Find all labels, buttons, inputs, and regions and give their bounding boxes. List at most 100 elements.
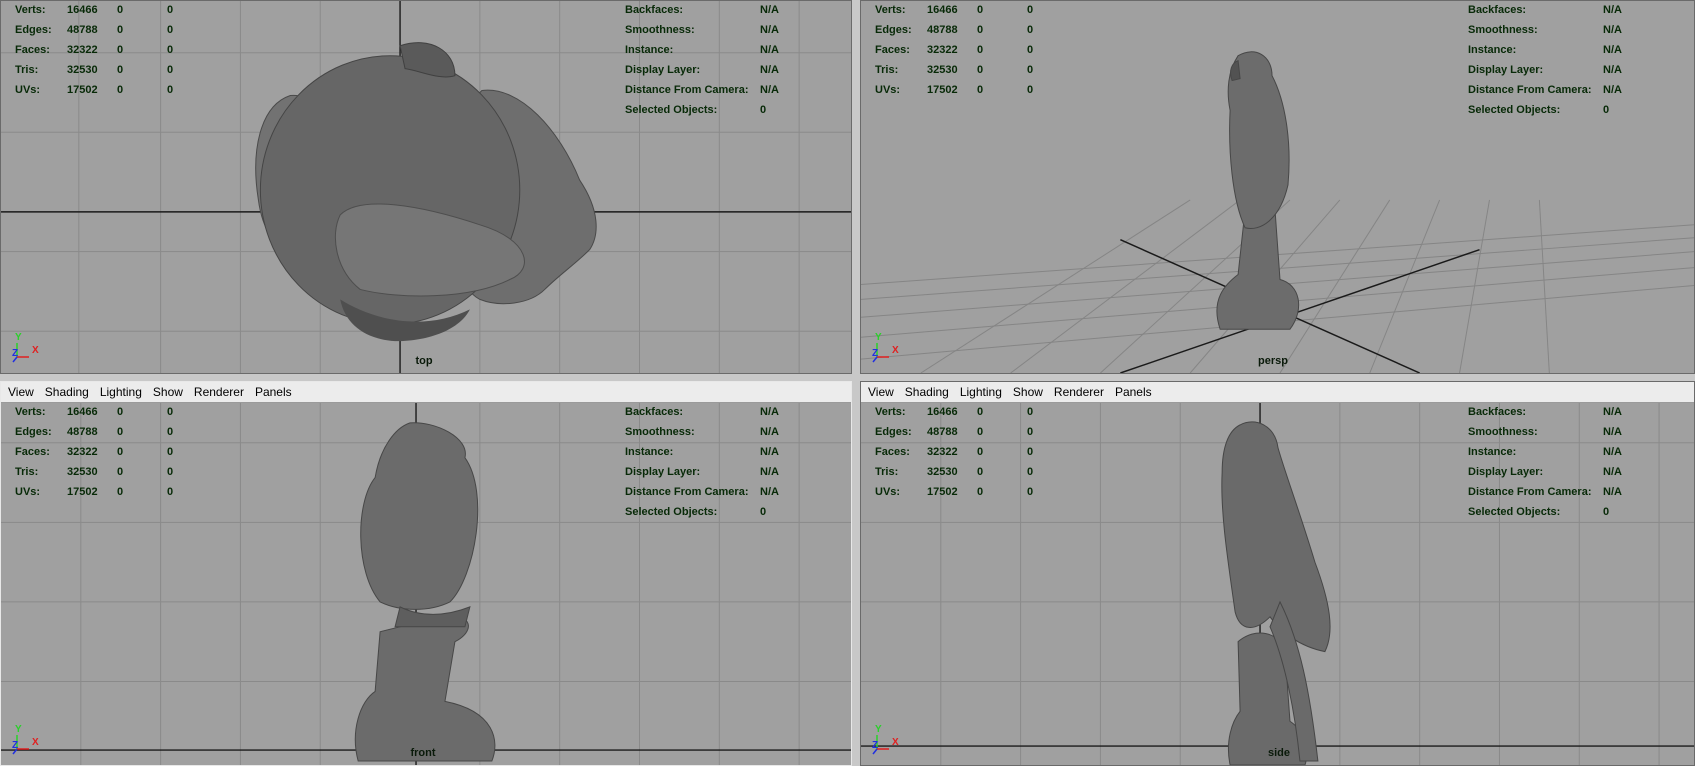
menu-shading[interactable]: Shading (45, 385, 89, 399)
stat-value: 32530 (927, 466, 958, 478)
stat-selected: 0 (977, 426, 984, 438)
stat-row: Edges: 48788 0 0 (15, 422, 187, 442)
menu-lighting[interactable]: Lighting (100, 385, 142, 399)
stat-component: 0 (167, 44, 174, 56)
stat-component: 0 (167, 24, 174, 36)
info-label: Backfaces: (1468, 4, 1527, 16)
info-row: Selected Objects: 0 (1468, 100, 1622, 120)
info-label: Display Layer: (1468, 64, 1544, 76)
menu-lighting[interactable]: Lighting (960, 385, 1002, 399)
stat-value: 48788 (67, 24, 98, 36)
stat-component: 0 (1027, 426, 1034, 438)
info-label: Display Layer: (625, 466, 701, 478)
info-label: Distance From Camera: (625, 486, 749, 498)
info-row: Display Layer: N/A (625, 60, 779, 80)
viewport-front[interactable]: View Shading Lighting Show Renderer Panels Ve… (0, 381, 852, 766)
stat-row: Verts: 16466 0 0 (15, 402, 187, 422)
viewport-persp[interactable]: Verts: 16466 0 0 Edges: 48788 0 0 Faces: 32322 0 0 T… (860, 0, 1695, 374)
info-row: Selected Objects: 0 (625, 100, 779, 120)
menu-renderer[interactable]: Renderer (1054, 385, 1104, 399)
info-row: Distance From Camera: N/A (625, 482, 779, 502)
parrot-mesh-front (354, 422, 496, 762)
info-label: Distance From Camera: (1468, 486, 1592, 498)
panel-menu-bar: View Shading Lighting Show Renderer Panels (861, 382, 1694, 403)
info-label: Display Layer: (1468, 466, 1544, 478)
info-label: Smoothness: (625, 24, 695, 36)
axis-gizmo-icon: YX Z (872, 332, 899, 363)
info-value: N/A (1603, 446, 1622, 458)
stat-value: 17502 (927, 84, 958, 96)
menu-view[interactable]: View (8, 385, 34, 399)
stat-value: 32322 (927, 44, 958, 56)
world-axis-lines (1120, 239, 1480, 373)
stat-label: UVs: (15, 486, 41, 498)
axis-z-label: Z (12, 740, 18, 751)
stat-label: UVs: (875, 486, 901, 498)
stat-component: 0 (167, 4, 174, 16)
stat-row: Faces: 32322 0 0 (15, 40, 187, 60)
camera-label: side (1267, 747, 1291, 759)
stat-value: 48788 (927, 426, 958, 438)
stat-value: 17502 (927, 486, 958, 498)
stat-label: Faces: (875, 446, 910, 458)
info-row: Smoothness: N/A (1468, 422, 1622, 442)
stat-component: 0 (167, 64, 174, 76)
hud-object-info: Backfaces: N/A Smoothness: N/A Instance: N/A D… (1468, 402, 1622, 522)
viewport-side[interactable]: View Shading Lighting Show Renderer Panels Ve… (860, 381, 1695, 766)
stat-selected: 0 (117, 4, 124, 16)
menu-show[interactable]: Show (153, 385, 183, 399)
info-label: Backfaces: (1468, 406, 1527, 418)
stat-row: UVs: 17502 0 0 (15, 482, 187, 502)
stat-label: Tris: (875, 466, 899, 478)
stat-component: 0 (1027, 486, 1034, 498)
stat-selected: 0 (977, 4, 984, 16)
stat-selected: 0 (977, 84, 984, 96)
axis-gizmo-icon: YX Z (872, 724, 899, 755)
hud-poly-stats: Verts: 16466 0 0 Edges: 48788 0 0 Faces: 32322 0 0 T… (15, 402, 187, 502)
info-label: Selected Objects: (625, 104, 718, 116)
menu-show[interactable]: Show (1013, 385, 1043, 399)
info-row: Display Layer: N/A (1468, 462, 1622, 482)
stat-component: 0 (167, 486, 174, 498)
stat-label: Edges: (15, 426, 52, 438)
stat-component: 0 (167, 426, 174, 438)
menu-renderer[interactable]: Renderer (194, 385, 244, 399)
axis-y-label: Y (875, 724, 882, 735)
info-label: Distance From Camera: (625, 84, 749, 96)
stat-selected: 0 (977, 466, 984, 478)
info-value: N/A (1603, 4, 1622, 16)
stat-label: Verts: (15, 406, 46, 418)
info-value: N/A (760, 84, 779, 96)
info-value: N/A (1603, 64, 1622, 76)
info-label: Smoothness: (1468, 426, 1538, 438)
info-value: 0 (760, 506, 767, 518)
menu-panels[interactable]: Panels (255, 385, 292, 399)
menu-panels[interactable]: Panels (1115, 385, 1152, 399)
stat-selected: 0 (117, 24, 124, 36)
stat-component: 0 (1027, 44, 1034, 56)
stat-label: Tris: (875, 64, 899, 76)
info-value: N/A (760, 446, 779, 458)
info-label: Selected Objects: (625, 506, 718, 518)
info-row: Backfaces: N/A (625, 402, 779, 422)
axis-x-label: X (32, 737, 39, 748)
stat-selected: 0 (117, 406, 124, 418)
stat-component: 0 (167, 84, 174, 96)
menu-view[interactable]: View (868, 385, 894, 399)
info-row: Display Layer: N/A (625, 462, 779, 482)
info-value: N/A (760, 486, 779, 498)
stat-row: UVs: 17502 0 0 (15, 80, 187, 100)
stat-value: 48788 (67, 426, 98, 438)
stat-component: 0 (1027, 446, 1034, 458)
menu-shading[interactable]: Shading (905, 385, 949, 399)
viewport-top[interactable]: Verts: 16466 0 0 Edges: 48788 0 0 Faces: 32322 0 0 T… (0, 0, 852, 374)
stat-component: 0 (167, 446, 174, 458)
info-row: Instance: N/A (1468, 40, 1622, 60)
info-row: Selected Objects: 0 (1468, 502, 1622, 522)
stat-value: 32322 (927, 446, 958, 458)
info-row: Backfaces: N/A (1468, 402, 1622, 422)
stat-selected: 0 (117, 426, 124, 438)
stat-label: UVs: (875, 84, 901, 96)
info-row: Selected Objects: 0 (625, 502, 779, 522)
info-value: N/A (760, 406, 779, 418)
